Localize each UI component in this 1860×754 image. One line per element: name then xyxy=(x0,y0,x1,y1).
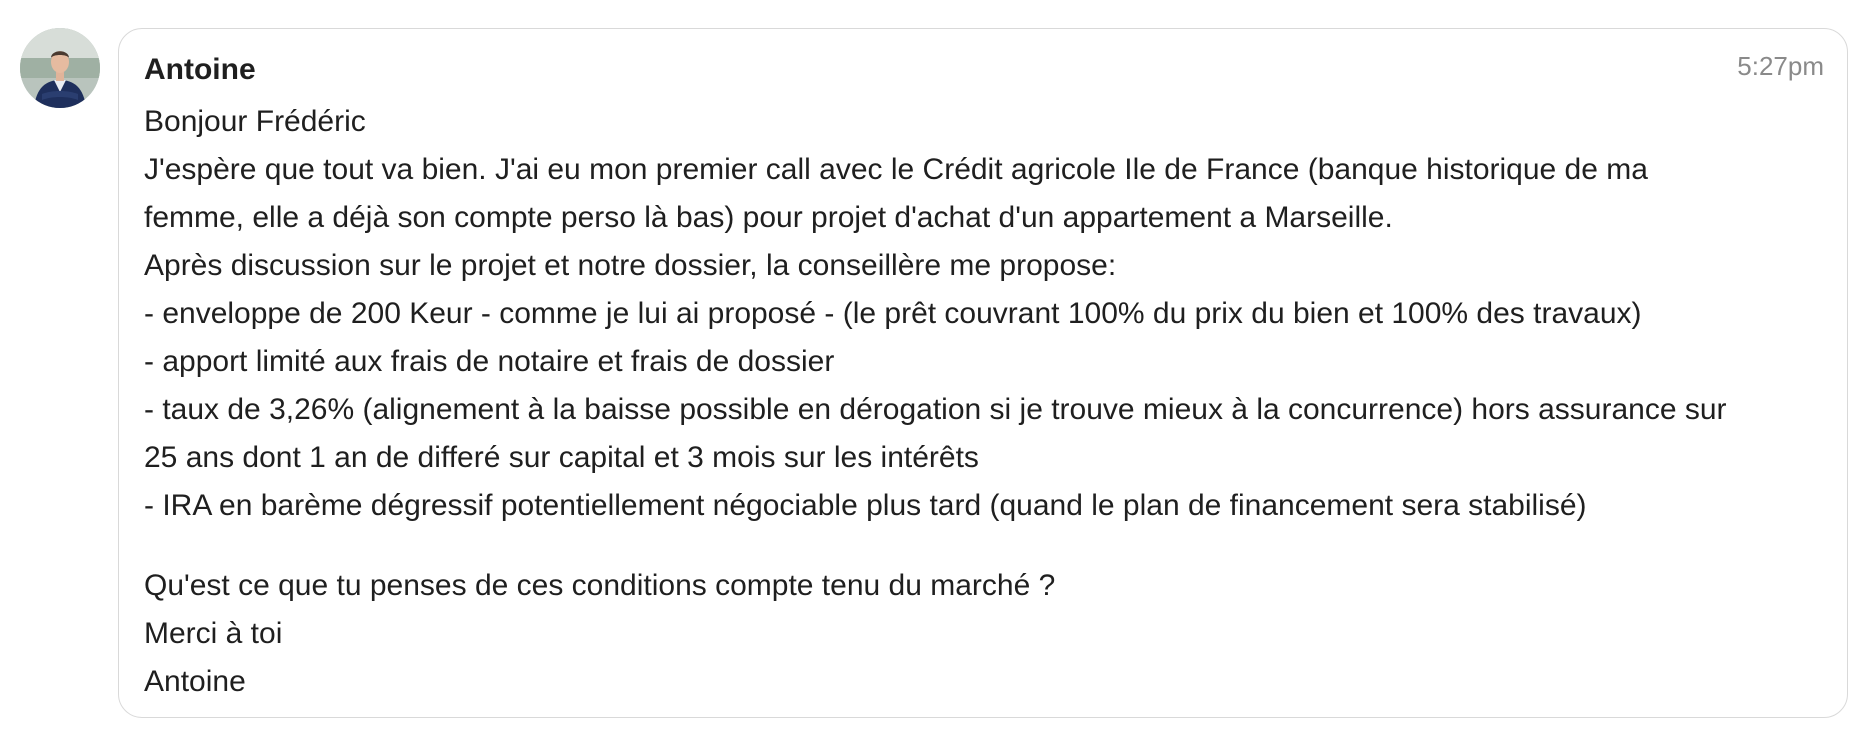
message-line: Bonjour Frédéric xyxy=(144,105,366,138)
message-line: Antoine xyxy=(144,665,246,698)
message-line: Qu'est ce que tu penses de ces condition… xyxy=(144,569,1056,602)
message-timestamp: 5:27pm xyxy=(1737,51,1824,81)
message-line: J'espère que tout va bien. J'ai eu mon p… xyxy=(144,153,1648,186)
message-line: - apport limité aux frais de notaire et … xyxy=(144,345,835,378)
person-avatar-icon xyxy=(20,28,100,108)
message-body: Bonjour Frédéric J'espère que tout va bi… xyxy=(144,98,1834,706)
message-line: Après discussion sur le projet et notre … xyxy=(144,249,1117,282)
message-line: femme, elle a déjà son compte perso là b… xyxy=(144,201,1393,234)
sender-name[interactable]: Antoine xyxy=(144,50,256,90)
message-line: - enveloppe de 200 Keur - comme je lui a… xyxy=(144,297,1642,330)
message-line: - IRA en barème dégressif potentiellemen… xyxy=(144,489,1587,522)
chat-message: Antoine 5:27pm Bonjour Frédéric J'espère… xyxy=(0,0,1860,754)
message-line: 25 ans dont 1 an de differé sur capital … xyxy=(144,441,979,474)
avatar[interactable] xyxy=(20,28,100,108)
message-line: Merci à toi xyxy=(144,617,283,650)
message-line: - taux de 3,26% (alignement à la baisse … xyxy=(144,393,1727,426)
